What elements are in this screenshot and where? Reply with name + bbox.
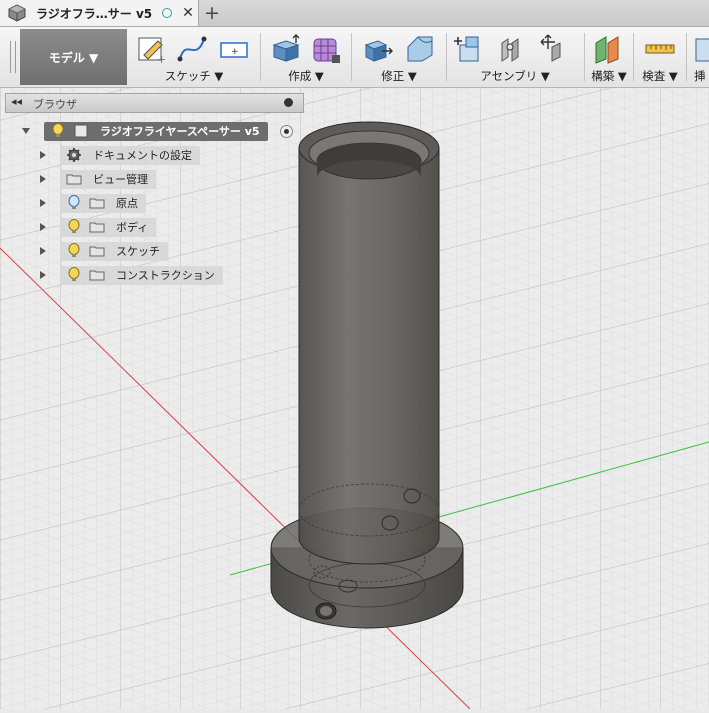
toolbar-separator: [633, 33, 634, 81]
fillet-icon[interactable]: [404, 33, 436, 65]
svg-text:+: +: [231, 47, 239, 57]
tab-bar: ラジオフラ…サー v5 ✕ +: [0, 0, 709, 27]
inspect-group-label[interactable]: 検査 ▼: [637, 68, 683, 84]
tree-item-label: ビュー管理: [93, 173, 148, 186]
visibility-bulb-icon[interactable]: [49, 123, 67, 139]
toolbar-separator: [351, 33, 352, 81]
sketch-group: + + スケッチ ▼: [132, 27, 256, 87]
expand-arrow-icon[interactable]: [40, 247, 46, 255]
tree-item-view-management[interactable]: ビュー管理: [40, 169, 156, 189]
new-component-icon[interactable]: [452, 33, 484, 65]
inspect-group: 検査 ▼: [637, 27, 683, 87]
folder-icon: [66, 174, 82, 185]
construct-group: 構築 ▼: [588, 27, 630, 87]
expand-arrow-icon[interactable]: [40, 199, 46, 207]
browser-title: ブラウザ: [33, 98, 77, 111]
collapse-browser-button[interactable]: ◂◂: [11, 95, 22, 108]
expand-arrow-icon[interactable]: [40, 175, 46, 183]
visibility-bulb-icon[interactable]: [65, 219, 83, 235]
expand-arrow-icon[interactable]: [40, 271, 46, 279]
spacer-body[interactable]: [270, 121, 464, 629]
modify-group: 修正 ▼: [356, 27, 442, 87]
toolbar-separator: [446, 33, 447, 81]
expand-arrow-icon[interactable]: [22, 128, 30, 134]
toolbar-grip[interactable]: [10, 41, 16, 73]
assembly-group: アセンブリ ▼: [450, 27, 580, 87]
workspace-mode-button[interactable]: モデル ▼: [20, 29, 127, 85]
create-sketch-icon[interactable]: +: [136, 33, 168, 65]
tree-item-label: ボディ: [116, 221, 149, 234]
main-toolbar: モデル ▼ + + スケッチ ▼ 作成 ▼ 修正 ▼ アセンブリ ▼ 構築 ▼ …: [0, 27, 709, 88]
svg-text:+: +: [157, 53, 166, 65]
tree-item-construction[interactable]: コンストラクション: [40, 265, 223, 285]
tree-item-origin[interactable]: 原点: [40, 193, 146, 213]
modify-group-label[interactable]: 修正 ▼: [356, 68, 442, 84]
new-tab-button[interactable]: +: [204, 2, 220, 24]
tree-item-label: コンストラクション: [116, 269, 215, 282]
tree-item-label: 原点: [116, 197, 138, 210]
insert-group-label[interactable]: 挿: [694, 68, 709, 84]
toolbar-separator: [260, 33, 261, 81]
unsaved-indicator-icon: [162, 8, 173, 18]
tree-root[interactable]: ラジオフライヤースペーサー v5: [22, 121, 293, 141]
visibility-bulb-icon[interactable]: [65, 267, 83, 283]
folder-icon: [89, 246, 105, 257]
root-component-label: ラジオフライヤースペーサー v5: [100, 125, 260, 138]
visibility-bulb-icon[interactable]: [65, 243, 83, 259]
assembly-group-label[interactable]: アセンブリ ▼: [450, 68, 580, 84]
component-icon: [74, 124, 88, 138]
gear-icon: [67, 148, 81, 162]
visibility-bulb-icon[interactable]: [65, 195, 83, 211]
toolbar-separator: [686, 33, 687, 81]
create-group: 作成 ▼: [264, 27, 348, 87]
folder-icon: [89, 222, 105, 233]
tree-item-document-settings[interactable]: ドキュメントの設定: [40, 145, 200, 165]
expand-arrow-icon[interactable]: [40, 151, 46, 159]
tab-close-button[interactable]: ✕: [182, 5, 194, 21]
tree-item-label: スケッチ: [116, 245, 160, 258]
create-group-label[interactable]: 作成 ▼: [264, 68, 348, 84]
document-cube-icon: [8, 4, 26, 22]
move-component-icon[interactable]: [538, 33, 570, 65]
joint-icon[interactable]: [496, 33, 528, 65]
folder-icon: [89, 198, 105, 209]
expand-arrow-icon[interactable]: [40, 223, 46, 231]
browser-pin-icon[interactable]: [284, 98, 293, 107]
document-tab[interactable]: ラジオフラ…サー v5 ✕: [0, 0, 199, 26]
toolbar-separator: [584, 33, 585, 81]
tree-item-bodies[interactable]: ボディ: [40, 217, 157, 237]
sketch-group-label[interactable]: スケッチ ▼: [132, 68, 256, 84]
spline-icon[interactable]: [176, 33, 208, 65]
extrude-icon[interactable]: [270, 33, 302, 65]
offset-plane-icon[interactable]: [592, 33, 624, 65]
press-pull-icon[interactable]: [362, 33, 394, 65]
tree-item-label: ドキュメントの設定: [93, 149, 192, 162]
activate-radio[interactable]: [279, 124, 293, 138]
insert-group: 挿: [690, 27, 709, 87]
measure-icon[interactable]: [644, 33, 676, 65]
rectangle-sketch-icon[interactable]: +: [218, 33, 250, 65]
browser-panel-header: ◂◂ ブラウザ: [5, 93, 304, 113]
form-box-icon[interactable]: [310, 33, 342, 65]
tab-title: ラジオフラ…サー v5: [36, 6, 153, 21]
folder-icon: [89, 270, 105, 281]
insert-icon[interactable]: [694, 33, 709, 65]
construct-group-label[interactable]: 構築 ▼: [588, 68, 630, 84]
tree-item-sketches[interactable]: スケッチ: [40, 241, 168, 261]
